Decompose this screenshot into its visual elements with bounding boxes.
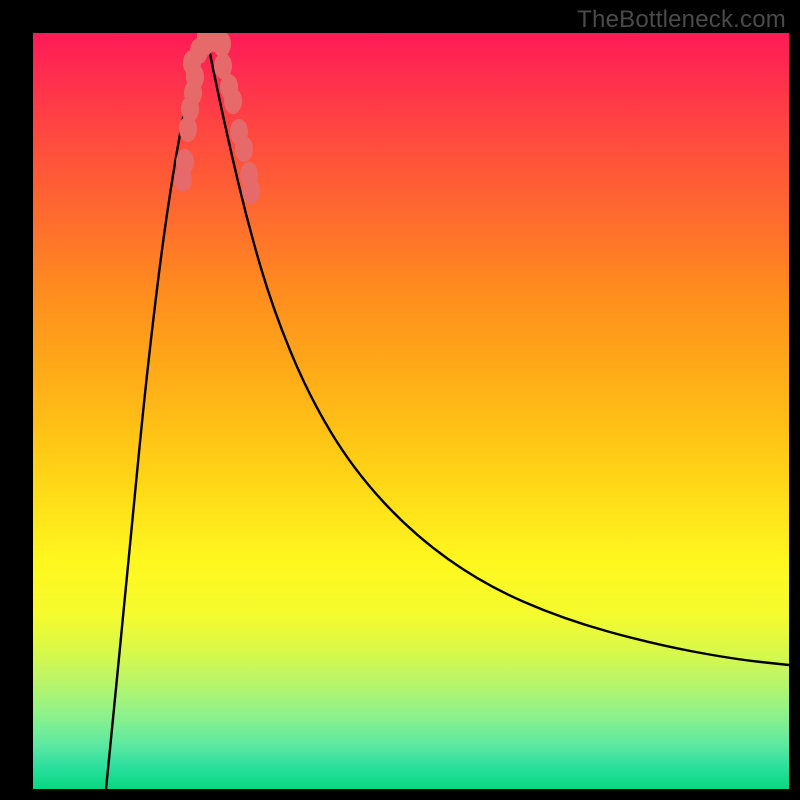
scatter-point (242, 178, 260, 204)
scatter-point (235, 136, 253, 162)
chart-frame: TheBottleneck.com (0, 0, 800, 800)
curve-left-branch (106, 33, 206, 789)
scatter-points (174, 33, 260, 204)
curve-right-branch (206, 33, 789, 665)
plot-area (33, 33, 789, 789)
watermark-text: TheBottleneck.com (577, 6, 786, 34)
scatter-point (176, 149, 194, 175)
chart-svg (33, 33, 789, 789)
scatter-point (224, 88, 242, 114)
